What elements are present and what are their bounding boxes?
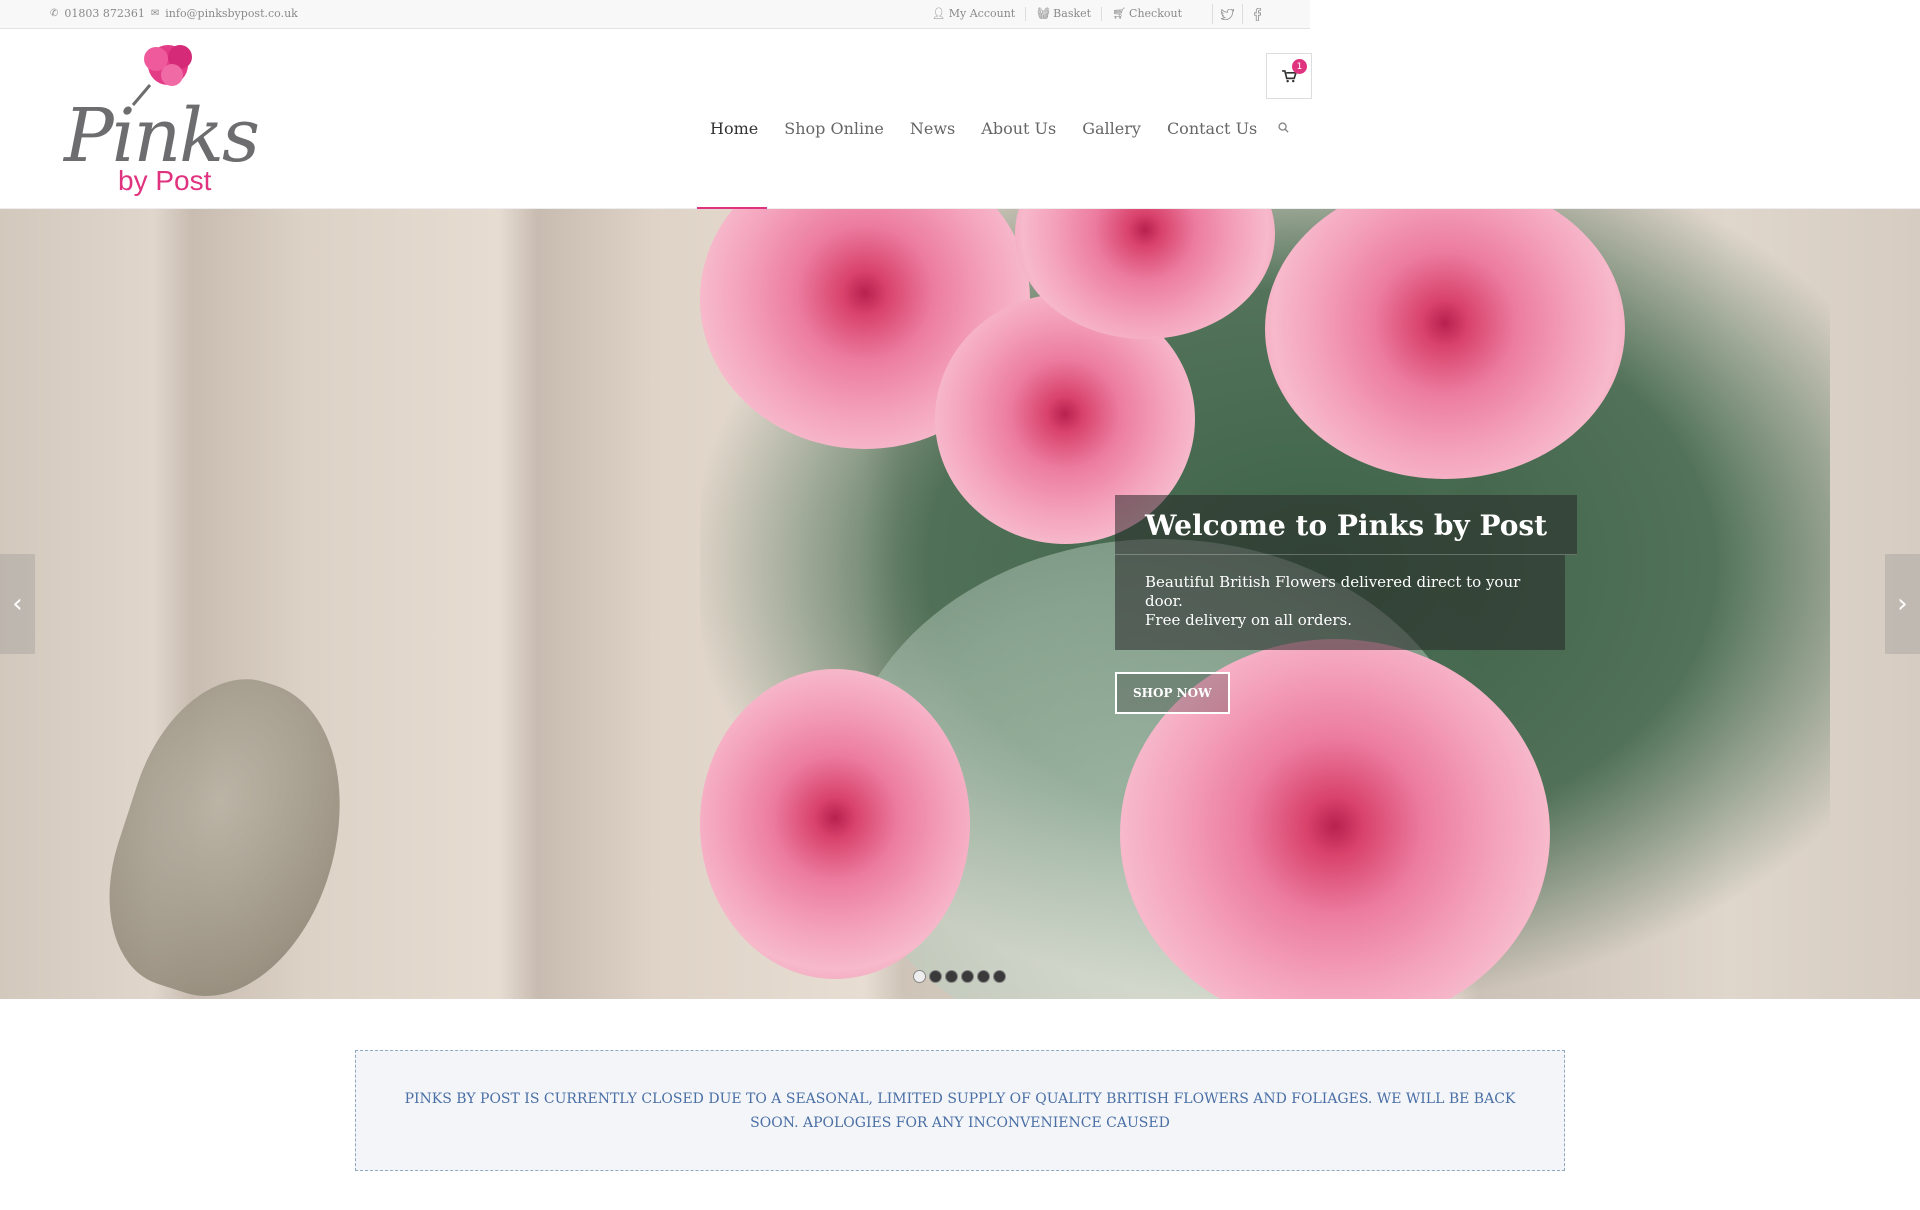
account-links: 👤︎ My Account 🧺︎ Basket 🛒︎ Checkout <box>922 7 1192 21</box>
checkout-label: Checkout <box>1129 7 1182 20</box>
hero-flower-image <box>700 669 970 979</box>
twitter-icon[interactable] <box>1212 4 1242 24</box>
phone-number[interactable]: 01803 872361 <box>64 7 144 20</box>
contact-info: ✆ 01803 872361 ✉ info@pinksbypost.co.uk <box>50 7 298 20</box>
logo-subtitle: by Post <box>118 165 212 196</box>
hero-title: Welcome to Pinks by Post <box>1115 495 1578 555</box>
slide-dot[interactable] <box>961 970 974 983</box>
site-header: Pinks by Post Home Shop Online News Abou… <box>0 29 1920 209</box>
basket-label: Basket <box>1053 7 1092 20</box>
basket-link[interactable]: 🧺︎ Basket <box>1025 7 1101 21</box>
slide-dot[interactable] <box>993 970 1006 983</box>
slide-dot[interactable] <box>929 970 942 983</box>
slider-next-button[interactable]: › <box>1885 554 1920 654</box>
slide-dot[interactable] <box>913 970 926 983</box>
my-account-link[interactable]: 👤︎ My Account <box>922 7 1025 21</box>
top-bar: ✆ 01803 872361 ✉ info@pinksbypost.co.uk … <box>0 0 1310 29</box>
slide-dot[interactable] <box>977 970 990 983</box>
user-icon: 👤︎ <box>931 7 946 20</box>
my-account-label: My Account <box>948 7 1016 20</box>
social-links <box>1212 4 1272 24</box>
hero-subtitle: Beautiful British Flowers delivered dire… <box>1115 555 1565 650</box>
search-icon[interactable] <box>1270 121 1296 137</box>
nav-gallery[interactable]: Gallery <box>1069 109 1154 149</box>
basket-icon: 🧺︎ <box>1036 7 1051 20</box>
site-logo[interactable]: Pinks by Post <box>58 37 260 202</box>
facebook-icon[interactable] <box>1242 4 1272 24</box>
nav-home[interactable]: Home <box>697 109 771 149</box>
nav-shop-online[interactable]: Shop Online <box>771 109 897 149</box>
nav-contact-us[interactable]: Contact Us <box>1154 109 1270 149</box>
cart-count-badge: 1 <box>1292 59 1307 74</box>
mini-cart-button[interactable]: 1 <box>1266 53 1312 99</box>
store-closed-notice: PINKS BY POST IS CURRENTLY CLOSED DUE TO… <box>355 1050 1565 1171</box>
nav-about-us[interactable]: About Us <box>968 109 1069 149</box>
cart-icon: 🛒︎ <box>1112 7 1127 20</box>
hero-stone-image <box>80 654 380 999</box>
hero-caption: Welcome to Pinks by Post Beautiful Briti… <box>1115 495 1578 714</box>
checkout-link[interactable]: 🛒︎ Checkout <box>1101 7 1192 21</box>
email-link[interactable]: info@pinksbypost.co.uk <box>165 7 298 20</box>
slider-pagination <box>913 970 1006 983</box>
hero-slider: Welcome to Pinks by Post Beautiful Briti… <box>0 209 1920 999</box>
hero-subtitle-line: Beautiful British Flowers delivered dire… <box>1145 573 1521 610</box>
phone-icon: ✆ <box>50 8 59 19</box>
hero-subtitle-line: Free delivery on all orders. <box>1145 611 1353 629</box>
nav-news[interactable]: News <box>897 109 968 149</box>
notice-text: PINKS BY POST IS CURRENTLY CLOSED DUE TO… <box>404 1090 1516 1131</box>
chevron-left-icon: ‹ <box>12 589 23 619</box>
main-navigation: Home Shop Online News About Us Gallery C… <box>697 109 1296 149</box>
shop-now-button[interactable]: SHOP NOW <box>1115 672 1230 714</box>
chevron-right-icon: › <box>1897 589 1908 619</box>
slider-prev-button[interactable]: ‹ <box>0 554 35 654</box>
slide-dot[interactable] <box>945 970 958 983</box>
envelope-icon: ✉ <box>150 8 160 19</box>
